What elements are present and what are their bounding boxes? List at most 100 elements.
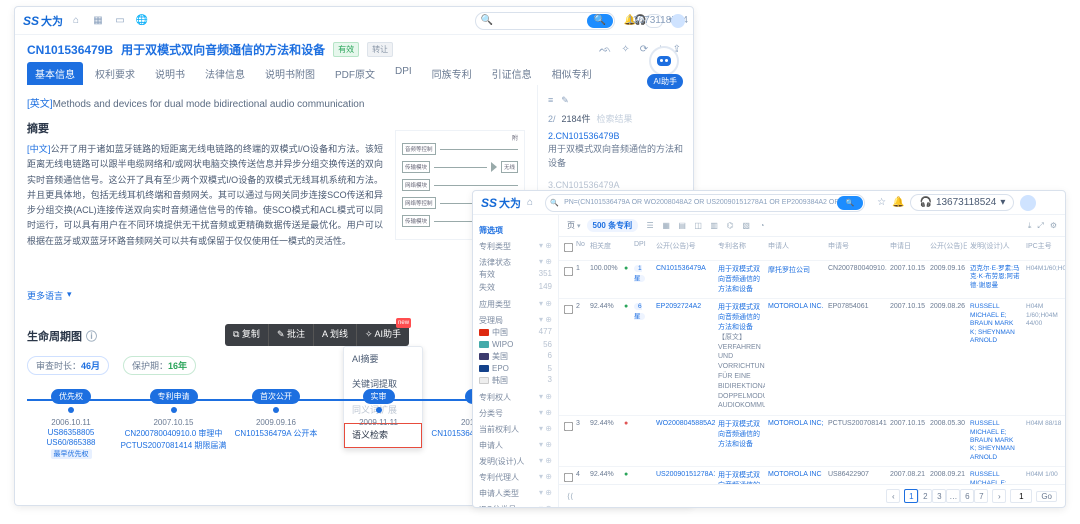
row-title[interactable]: 用于双模式双向音频通信的方法和设备【原文】METHODS AND DEVICES… (715, 467, 765, 484)
row-applicant[interactable]: MOTOROLA INC. (765, 299, 825, 416)
view-table-icon[interactable]: ▤ (676, 220, 688, 232)
row-checkbox[interactable] (564, 267, 573, 276)
lamp-icon[interactable]: ᨒ (599, 44, 611, 55)
pager-page[interactable]: 3 (932, 489, 946, 503)
row-inventors[interactable]: RUSSELL MICHAEL E; BRAUN MARK K; SHEYNMA… (967, 416, 1023, 467)
select-all[interactable] (564, 243, 573, 252)
view-list-icon[interactable]: ☰ (644, 220, 656, 232)
col-header[interactable]: IPC主号 (1023, 237, 1065, 261)
page-size[interactable]: 页 (567, 220, 581, 231)
tab-pdf[interactable]: PDF原文 (327, 62, 383, 85)
filter-group-header[interactable]: 分类号 ▾ ⊕ (479, 408, 552, 419)
filter-option[interactable]: WIPO56 (479, 339, 552, 350)
info-icon[interactable]: ⓘ (86, 328, 97, 344)
row-checkbox[interactable] (564, 305, 573, 314)
timeline-link[interactable]: CN200780040910.0 审理中 (125, 428, 223, 439)
row-inventors[interactable]: RUSSELL MICHAEL E; BRAUN MARK K; SHEYNMA… (967, 467, 1023, 484)
filter-group-header[interactable]: 受理局 ▾ ⊕ (479, 315, 552, 326)
pager-page[interactable]: 1 (904, 489, 918, 503)
row-pn[interactable]: CN101536479A (653, 261, 715, 299)
brand-logo[interactable]: SS 大为 (481, 195, 521, 211)
tab-family[interactable]: 同族专利 (424, 62, 480, 85)
col-header[interactable]: 发明(设计)人 (967, 237, 1023, 261)
col-header[interactable]: 公开(公告)日 (927, 237, 967, 261)
row-pn[interactable]: WO2008045885A2 (653, 416, 715, 467)
pager-page[interactable]: 2 (918, 489, 932, 503)
col-header[interactable] (621, 237, 631, 261)
filter-option[interactable]: 有效351 (479, 268, 552, 281)
tab-drawings[interactable]: 说明书附图 (257, 62, 323, 85)
filter-group-header[interactable]: 申请人 ▾ ⊕ (479, 440, 552, 451)
col-header[interactable]: 申请人 (765, 237, 825, 261)
ai-assistant-bubble[interactable] (649, 46, 679, 76)
timeline-link[interactable]: PCTUS2007081414 期限届满 (121, 440, 227, 451)
sel-annotate[interactable]: ✎ 批注 (269, 324, 314, 346)
row-inventors[interactable]: 迈克尔·E·罗素;马克·K·布劳恩;阿诺德·谢恩曼 (967, 261, 1023, 299)
col-header[interactable] (559, 237, 573, 261)
search-submit[interactable]: 🔍 (837, 196, 863, 210)
filter-group-header[interactable]: IPC分类号 ▾ ⊕ (479, 504, 552, 507)
filter-group-header[interactable]: 专利类型 ▾ ⊕ (479, 241, 552, 252)
settings-icon[interactable]: ⚙ (1050, 221, 1057, 231)
sidebar-pn[interactable]: 2.CN101536479B (548, 131, 683, 141)
collapse-left-icon[interactable]: ⟨⟨ (567, 492, 573, 501)
sidebar-result-item[interactable]: 2.CN101536479B用于双模式双向音频通信的方法和设备 (548, 131, 683, 170)
edit-icon[interactable]: ✎ (561, 95, 569, 106)
filter-option[interactable]: 美国6 (479, 350, 552, 363)
col-header[interactable]: 申请号 (825, 237, 887, 261)
row-checkbox[interactable] (564, 422, 573, 431)
global-search[interactable]: 🔍 🔍 (475, 12, 615, 30)
col-header[interactable]: 相关度 (587, 237, 621, 261)
tab-desc[interactable]: 说明书 (147, 62, 193, 85)
abstract-text[interactable]: [中文]公开了用于诸如蓝牙链路的短距离无线电链路的终端的双模式I/O设备和方法。… (27, 142, 383, 249)
col-header[interactable]: 公开(公告)号 (653, 237, 715, 261)
row-applicant[interactable]: MOTOROLA INC (765, 467, 825, 484)
sel-copy[interactable]: ⧉ 复制 (225, 324, 269, 346)
refresh-icon[interactable]: ⟳ (640, 44, 648, 55)
filter-group-header[interactable]: 专利代理人 ▾ ⊕ (479, 472, 552, 483)
timeline-link[interactable]: US60/865388 (47, 438, 96, 447)
sidebar-pn[interactable]: 3.CN101536479A (548, 180, 683, 190)
brand-logo[interactable]: SS 大为 (23, 13, 63, 29)
table-row[interactable]: 1100.00%●1星CN101536479A用于双模式双向音频通信的方法和设备… (559, 261, 1065, 299)
home-icon[interactable]: ⌂ (69, 14, 83, 28)
tab-basic[interactable]: 基本信息 (27, 62, 83, 85)
pager-next[interactable]: › (992, 489, 1006, 503)
sel-underline[interactable]: A 划线 (314, 324, 357, 346)
bell-icon[interactable]: 🔔 (892, 197, 904, 208)
pager-page[interactable]: 6 (960, 489, 974, 503)
spark-icon[interactable]: ✧ (621, 44, 629, 55)
table-row[interactable]: 392.44%●WO2008045885A2用于双模式双向音频通信的方法和设备M… (559, 416, 1065, 467)
filter-group-header[interactable]: 法律状态 ▾ ⊕ (479, 257, 552, 268)
row-title[interactable]: 用于双模式双向音频通信的方法和设备 (715, 416, 765, 467)
pager-page[interactable]: 7 (974, 489, 988, 503)
row-pn[interactable]: EP2092724A2 (653, 299, 715, 416)
avatar[interactable] (1020, 195, 1036, 211)
view-pie-icon[interactable]: ◔ (756, 220, 768, 232)
avatar[interactable] (671, 14, 685, 28)
pager-prev[interactable]: ‹ (886, 489, 900, 503)
list-search[interactable]: 🔍 PN=(CN101536479A OR WO2008048A2 OR US2… (545, 194, 865, 212)
filter-group-header[interactable]: 专利权人 ▾ ⊕ (479, 392, 552, 403)
book-icon[interactable]: ▭ (113, 14, 127, 28)
list-icon[interactable]: ≡ (548, 95, 553, 106)
more-languages[interactable]: 更多语言▾ (27, 289, 72, 302)
phone-badge[interactable]: 🎧 13673118524 ▾ (645, 14, 663, 28)
row-applicant[interactable]: 摩托罗拉公司 (765, 261, 825, 299)
ai-summary[interactable]: AI摘要 (344, 347, 422, 372)
filter-group-header[interactable]: 发明(设计)人 ▾ ⊕ (479, 456, 552, 467)
sel-ai[interactable]: ✧ AI助手 (357, 324, 409, 346)
col-header[interactable]: DPI (631, 237, 653, 261)
filter-option[interactable]: EPO5 (479, 363, 552, 374)
expand-icon[interactable]: ⤢ (1037, 221, 1043, 231)
tab-legal[interactable]: 法律信息 (197, 62, 253, 85)
search-submit[interactable]: 🔍 (587, 14, 613, 28)
globe-icon[interactable]: 🌐 (135, 14, 149, 28)
row-title[interactable]: 用于双模式双向音频通信的方法和设备【原文】VERFAHREN UND VORRI… (715, 299, 765, 416)
row-title[interactable]: 用于双模式双向音频通信的方法和设备 (715, 261, 765, 299)
row-inventors[interactable]: RUSSELL MICHAEL E; BRAUN MARK K; SHEYNMA… (967, 299, 1023, 416)
filter-group-header[interactable]: 当前权利人 ▾ ⊕ (479, 424, 552, 435)
filter-option[interactable]: 中国477 (479, 326, 552, 339)
view-graph-icon[interactable]: ◫ (692, 220, 704, 232)
col-header[interactable]: 申请日 (887, 237, 927, 261)
